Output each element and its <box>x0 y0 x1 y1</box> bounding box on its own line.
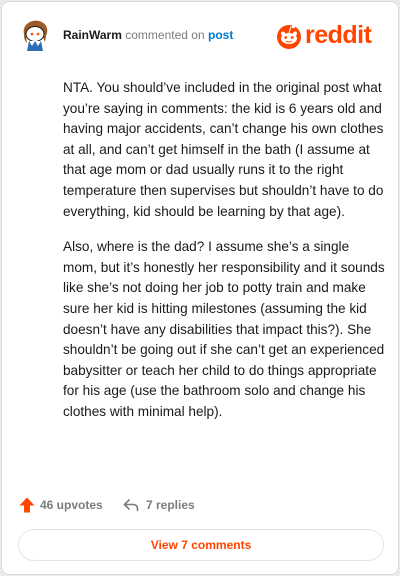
reply-arrow-icon <box>123 499 139 512</box>
post-link[interactable]: post <box>208 28 233 42</box>
view-comments-button[interactable]: View 7 comments <box>18 529 384 561</box>
comment-meta: RainWarm commented on post <box>63 28 233 42</box>
comment-card: RainWarm commented on post reddit NTA. Y… <box>1 1 399 575</box>
username-link[interactable]: RainWarm <box>63 28 122 42</box>
comment-body: NTA. You should’ve included in the origi… <box>63 78 385 438</box>
comment-header: RainWarm commented on post reddit <box>18 16 382 54</box>
reddit-logo-icon <box>277 24 301 49</box>
upvote-button[interactable]: 46 upvotes <box>18 495 103 515</box>
reddit-logo[interactable]: reddit <box>274 20 382 50</box>
replies-button[interactable]: 7 replies <box>122 495 195 515</box>
upvote-count: 46 upvotes <box>40 498 103 512</box>
upvote-arrow-icon <box>19 497 35 513</box>
commented-on-text: commented on <box>125 28 205 42</box>
snoo-avatar-icon[interactable] <box>18 18 52 52</box>
comment-paragraph: NTA. You should’ve included in the origi… <box>63 80 384 219</box>
comment-footer: 46 upvotes 7 replies <box>18 495 382 515</box>
comment-paragraph: Also, where is the dad? I assume she’s a… <box>63 239 385 419</box>
reddit-wordmark: reddit <box>305 21 372 49</box>
reply-count: 7 replies <box>146 498 195 512</box>
